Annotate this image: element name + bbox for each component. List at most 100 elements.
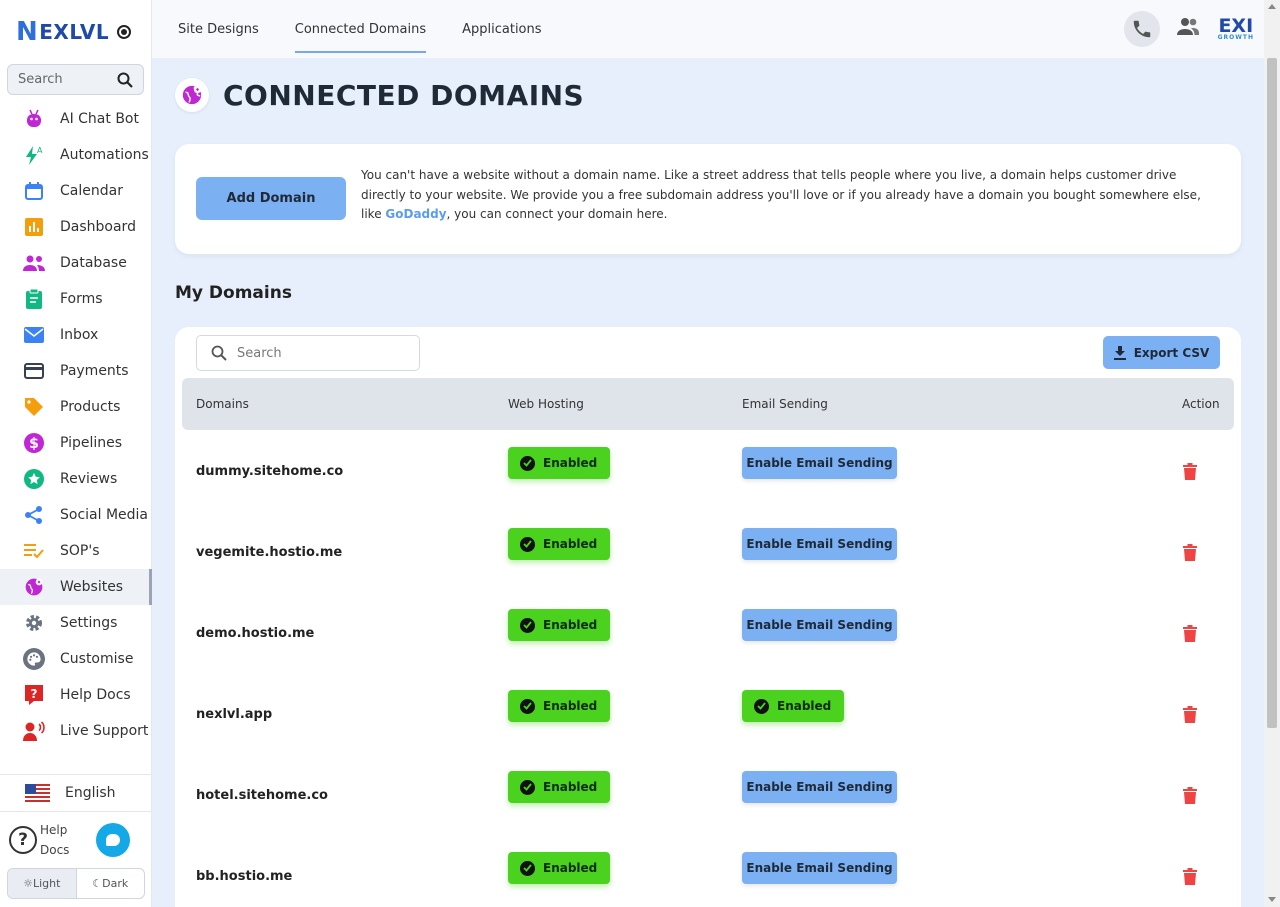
page-header: CONNECTED DOMAINS xyxy=(175,78,584,112)
sidebar-item-pipelines[interactable]: $ Pipelines xyxy=(0,425,151,461)
scroll-up-arrow[interactable] xyxy=(1268,4,1276,9)
enable-email-sending-button[interactable]: Enable Email Sending xyxy=(742,609,897,641)
sidebar-search[interactable] xyxy=(7,64,144,95)
email-enabled-badge: Enabled xyxy=(742,690,845,722)
help-icon: ? xyxy=(23,684,45,706)
sidebar-item-automations[interactable]: A Automations xyxy=(0,137,151,173)
table-row: bb.hostio.me Enabled Enable Email Sending xyxy=(175,835,1241,907)
column-header-domains[interactable]: Domains xyxy=(196,378,249,430)
globe-icon xyxy=(175,78,209,112)
enable-email-sending-button[interactable]: Enable Email Sending xyxy=(742,528,897,560)
scroll-thumb[interactable] xyxy=(1267,58,1277,728)
column-header-email-sending[interactable]: Email Sending xyxy=(742,378,828,430)
record-icon[interactable] xyxy=(117,25,132,39)
delete-icon[interactable] xyxy=(1183,868,1197,885)
sidebar-item-database[interactable]: Database xyxy=(0,245,151,281)
top-bar-actions: EXI GROWTH xyxy=(1123,11,1254,47)
bar-chart-icon xyxy=(23,216,45,238)
domain-search-input[interactable] xyxy=(237,345,397,361)
export-csv-button[interactable]: Export CSV xyxy=(1103,336,1220,369)
theme-dark-button[interactable]: ☾ Dark xyxy=(77,869,145,898)
theme-light-button[interactable]: ☼ Light xyxy=(8,869,77,898)
domain-search[interactable] xyxy=(196,335,420,371)
sidebar-item-label: Reviews xyxy=(60,471,118,487)
check-circle-icon xyxy=(520,860,535,876)
sidebar-item-help-docs[interactable]: ? Help Docs xyxy=(0,677,151,713)
delete-icon[interactable] xyxy=(1183,625,1197,642)
sidebar-item-reviews[interactable]: Reviews xyxy=(0,461,151,497)
download-icon xyxy=(1113,345,1126,360)
delete-icon[interactable] xyxy=(1183,787,1197,804)
nexlvl-logo[interactable]: N EXLVL xyxy=(16,17,109,47)
enable-email-sending-button[interactable]: Enable Email Sending xyxy=(742,852,897,884)
delete-icon[interactable] xyxy=(1183,544,1197,561)
tab-connected-domains[interactable]: Connected Domains xyxy=(294,0,427,58)
intro-text: You can't have a website without a domai… xyxy=(361,166,1211,225)
sidebar-item-sop-s[interactable]: SOP's xyxy=(0,533,151,569)
sidebar-item-label: Payments xyxy=(60,363,129,379)
main-content: CONNECTED DOMAINS Add Domain You can't h… xyxy=(152,58,1264,907)
sidebar-item-ai-chat-bot[interactable]: AI Chat Bot xyxy=(0,101,151,137)
people-icon xyxy=(23,252,45,274)
share-icon xyxy=(23,504,45,526)
sidebar-search-input[interactable] xyxy=(18,72,108,87)
table-row: dummy.sitehome.co Enabled Enable Email Sen… xyxy=(175,430,1241,511)
chat-bubble-icon[interactable] xyxy=(96,823,130,857)
sidebar-item-payments[interactable]: Payments xyxy=(0,353,151,389)
sidebar-item-social-media[interactable]: Social Media xyxy=(0,497,151,533)
tab-applications[interactable]: Applications xyxy=(462,0,541,58)
web-hosting-label: Enabled xyxy=(543,618,598,632)
table-row: vegemite.hostio.me Enabled Enable Email Se… xyxy=(175,511,1241,592)
sidebar-item-forms[interactable]: Forms xyxy=(0,281,151,317)
search-icon[interactable] xyxy=(117,72,133,88)
sidebar-item-inbox[interactable]: Inbox xyxy=(0,317,151,353)
search-icon xyxy=(211,345,227,361)
table-row: demo.hostio.me Enabled Enable Email Sendin… xyxy=(175,592,1241,673)
domain-name: vegemite.hostio.me xyxy=(196,545,343,560)
add-domain-button[interactable]: Add Domain xyxy=(196,177,346,220)
scroll-down-arrow[interactable] xyxy=(1268,897,1276,902)
web-hosting-label: Enabled xyxy=(543,699,598,713)
intro-card: Add Domain You can't have a website with… xyxy=(175,144,1241,254)
godaddy-link[interactable]: GoDaddy xyxy=(385,207,446,221)
enable-email-sending-button[interactable]: Enable Email Sending xyxy=(742,771,897,803)
web-hosting-label: Enabled xyxy=(543,861,598,875)
help-question-icon[interactable]: ? xyxy=(9,826,37,854)
exi-logo[interactable]: EXI GROWTH xyxy=(1218,17,1254,41)
sidebar-item-label: Automations xyxy=(60,147,149,163)
sidebar-item-label: Settings xyxy=(60,615,118,631)
users-button[interactable] xyxy=(1176,17,1200,41)
delete-icon[interactable] xyxy=(1183,706,1197,723)
sidebar-item-settings[interactable]: Settings xyxy=(0,605,151,641)
language-label: English xyxy=(65,785,116,801)
users-icon xyxy=(1176,18,1199,35)
export-csv-label: Export CSV xyxy=(1133,345,1210,360)
web-hosting-label: Enabled xyxy=(543,537,598,551)
sidebar-item-live-support[interactable]: Live Support xyxy=(0,713,151,749)
sidebar-item-dashboard[interactable]: Dashboard xyxy=(0,209,151,245)
sidebar-item-products[interactable]: Products xyxy=(0,389,151,425)
lightning-icon: A xyxy=(23,144,45,166)
page-scrollbar[interactable] xyxy=(1264,0,1280,907)
check-circle-icon xyxy=(520,779,535,795)
sidebar-item-websites[interactable]: Websites xyxy=(0,569,152,605)
logo-row: N EXLVL xyxy=(0,0,151,64)
table-row: hotel.sitehome.co Enabled Enable Email Sen… xyxy=(175,754,1241,835)
tab-site-designs[interactable]: Site Designs xyxy=(178,0,259,58)
language-selector[interactable]: English xyxy=(0,774,152,812)
column-header-web-hosting[interactable]: Web Hosting xyxy=(508,378,584,430)
section-title: My Domains xyxy=(175,283,292,303)
sidebar-item-label: Social Media xyxy=(60,507,149,523)
delete-icon[interactable] xyxy=(1183,463,1197,480)
sidebar: NEXLVL AI Chat Bot A Automations Calendar Da… xyxy=(0,0,152,907)
help-docs-link[interactable]: Help Docs xyxy=(40,820,90,860)
sidebar-item-customise[interactable]: Customise xyxy=(0,641,151,677)
enable-email-sending-button[interactable]: Enable Email Sending xyxy=(742,447,897,479)
sidebar-item-label: AI Chat Bot xyxy=(60,111,139,127)
svg-text:A: A xyxy=(37,146,43,155)
moon-icon: ☾ xyxy=(92,877,103,890)
sidebar-item-calendar[interactable]: Calendar xyxy=(0,173,151,209)
phone-button[interactable] xyxy=(1123,11,1160,47)
logo-text: EXLVL xyxy=(39,20,110,44)
web-hosting-label: Enabled xyxy=(543,456,598,470)
